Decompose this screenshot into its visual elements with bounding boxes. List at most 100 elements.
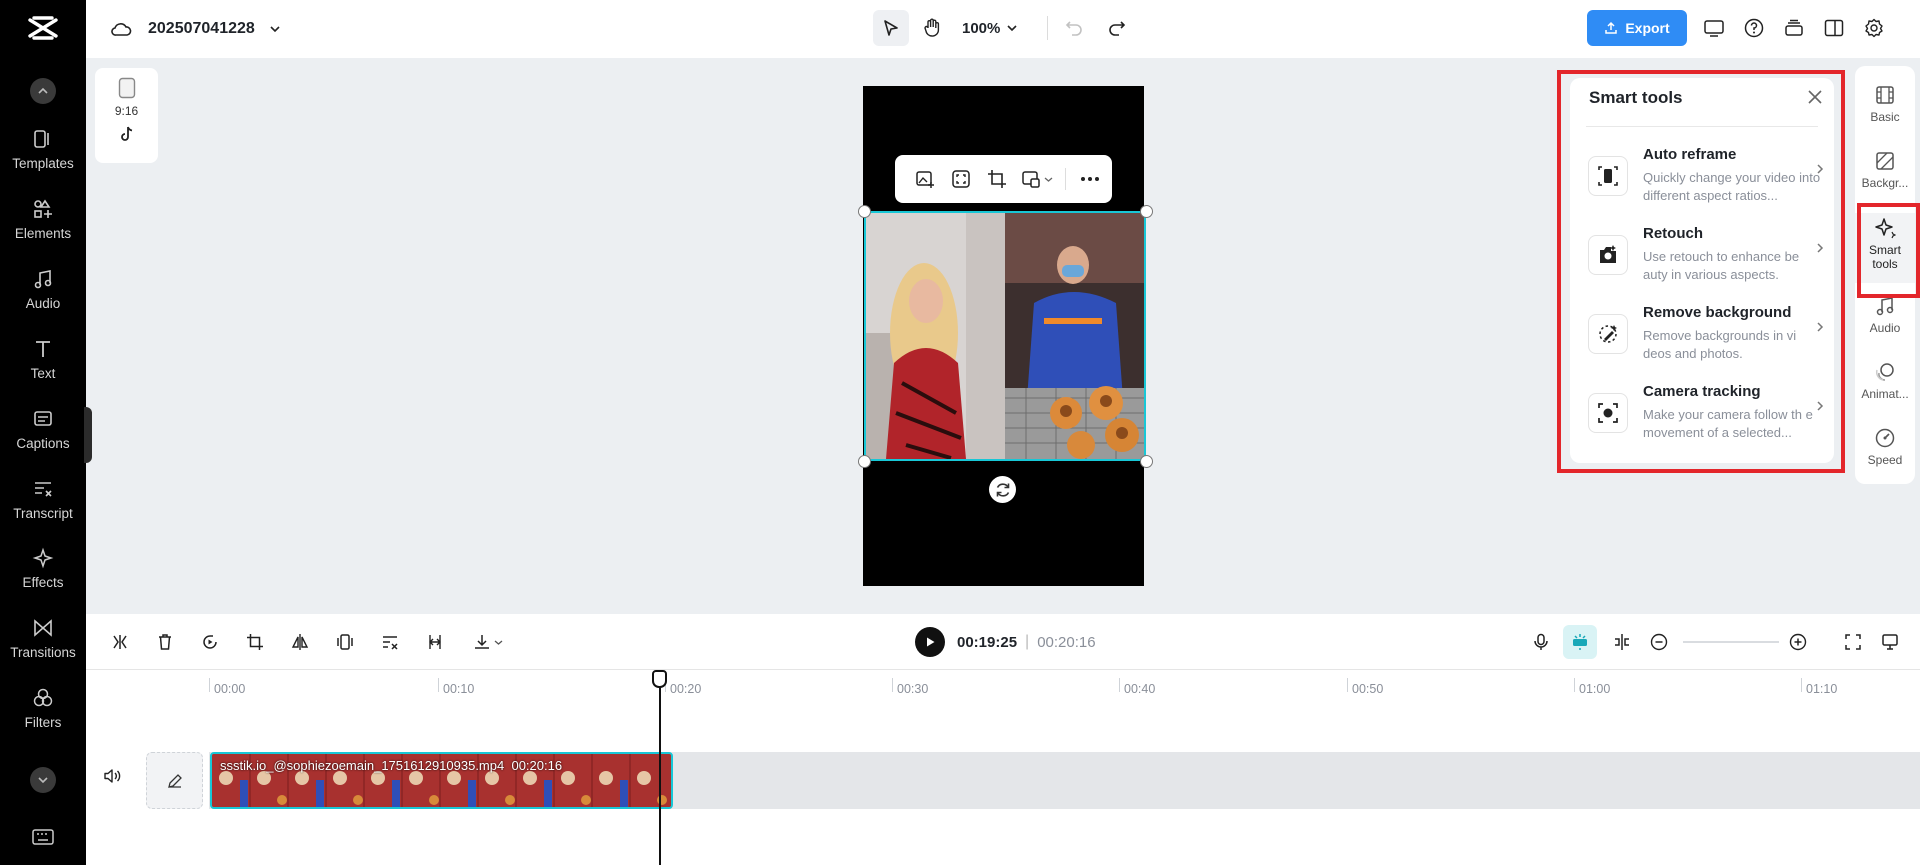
undo-button[interactable] xyxy=(1060,14,1088,42)
rail-item-animation[interactable]: Animat... xyxy=(1855,361,1915,401)
redo-button[interactable] xyxy=(1103,14,1131,42)
filters-icon xyxy=(33,688,53,707)
tool-camera-tracking[interactable]: Camera tracking Make your camera follow … xyxy=(1588,383,1828,453)
playhead-handle[interactable] xyxy=(652,670,667,688)
more-horizontal-icon xyxy=(1081,177,1099,181)
present-mode-button[interactable] xyxy=(1876,628,1904,656)
help-button[interactable] xyxy=(1740,14,1768,42)
zoom-slider[interactable] xyxy=(1683,641,1779,643)
crop-button[interactable] xyxy=(979,161,1015,197)
replay-button[interactable] xyxy=(196,628,224,656)
sidebar-collapse-handle[interactable] xyxy=(84,407,92,463)
trim-button[interactable] xyxy=(421,628,449,656)
replace-media-button[interactable] xyxy=(907,161,943,197)
tool-auto-reframe[interactable]: Auto reframe Quickly change your video i… xyxy=(1588,146,1828,216)
playhead[interactable] xyxy=(659,676,661,865)
timeline-ruler[interactable] xyxy=(86,670,1920,710)
text-icon xyxy=(36,341,50,357)
rail-item-speed[interactable]: Speed xyxy=(1855,427,1915,467)
more-options-button[interactable] xyxy=(1072,161,1108,197)
sidebar-item-effects[interactable]: Effects xyxy=(0,547,86,607)
resize-handle-bottom-left[interactable] xyxy=(858,455,871,468)
speed-curve-button[interactable] xyxy=(376,628,404,656)
ruler-label: 01:00 xyxy=(1579,682,1611,696)
zoom-in-button[interactable] xyxy=(1784,628,1812,656)
fit-timeline-button[interactable] xyxy=(1839,628,1867,656)
download-dropdown-button[interactable] xyxy=(466,628,510,656)
keyboard-icon[interactable] xyxy=(32,829,54,845)
present-button[interactable] xyxy=(1700,14,1728,42)
split-button[interactable] xyxy=(106,628,134,656)
resize-handle-top-left[interactable] xyxy=(858,205,871,218)
aspect-ratio-card[interactable]: 9:16 xyxy=(95,68,158,163)
reframe-button[interactable] xyxy=(331,628,359,656)
rail-item-smart-tools[interactable]: Smart tools xyxy=(1855,213,1915,283)
layout-toggle-button[interactable] xyxy=(1820,14,1848,42)
layers-button[interactable] xyxy=(1780,14,1808,42)
tool-description: Use retouch to enhance be auty in variou… xyxy=(1643,249,1800,282)
speaker-icon xyxy=(104,769,121,783)
export-button[interactable]: Export xyxy=(1587,10,1687,46)
crop-icon xyxy=(247,634,263,650)
settings-button[interactable] xyxy=(1860,14,1888,42)
phone-frame-icon xyxy=(118,77,135,99)
track-mute-button[interactable] xyxy=(100,764,124,788)
project-name-dropdown[interactable]: 202507041228 xyxy=(148,16,281,42)
rail-item-background[interactable]: Backgr... xyxy=(1855,150,1915,190)
capcut-logo-icon[interactable] xyxy=(26,14,60,42)
rail-item-basic[interactable]: Basic xyxy=(1855,84,1915,124)
zoom-dropdown[interactable]: 100% xyxy=(962,14,1018,42)
scroll-up-button[interactable] xyxy=(30,78,56,104)
sidebar-item-label: Transcript xyxy=(13,506,73,521)
mirror-button[interactable] xyxy=(286,628,314,656)
tool-name: Camera tracking xyxy=(1643,383,1761,400)
split-screen-button[interactable] xyxy=(1608,628,1636,656)
rotate-button[interactable] xyxy=(989,476,1016,503)
sidebar-item-filters[interactable]: Filters xyxy=(0,687,86,747)
fit-frame-button[interactable] xyxy=(943,161,979,197)
hand-tool-button[interactable] xyxy=(914,10,950,46)
sidebar-item-transcript[interactable]: Transcript xyxy=(0,478,86,538)
aspect-ratio-label: 9:16 xyxy=(114,104,139,118)
play-button[interactable] xyxy=(915,627,945,657)
templates-icon xyxy=(34,130,49,148)
camera-tracking-icon xyxy=(1588,393,1628,433)
tiktok-icon xyxy=(120,126,132,141)
record-voice-button[interactable] xyxy=(1527,628,1555,656)
edit-cover-button[interactable] xyxy=(146,752,203,809)
hand-icon xyxy=(924,18,940,37)
scroll-down-button[interactable] xyxy=(30,767,56,793)
sidebar-item-audio[interactable]: Audio xyxy=(0,268,86,328)
sidebar-item-text[interactable]: Text xyxy=(0,338,86,398)
time-separator: | xyxy=(1025,633,1030,650)
sidebar-item-templates[interactable]: Templates xyxy=(0,128,86,188)
tool-retouch[interactable]: Retouch Use retouch to enhance be auty i… xyxy=(1588,225,1828,295)
video-preview-frame[interactable] xyxy=(864,211,1146,461)
auto-snap-toggle[interactable] xyxy=(1563,625,1597,659)
redo-icon xyxy=(1109,21,1126,36)
undo-icon xyxy=(1065,21,1082,36)
delete-button[interactable] xyxy=(151,628,179,656)
crop-button[interactable] xyxy=(241,628,269,656)
zoom-out-button[interactable] xyxy=(1645,628,1673,656)
mask-icon xyxy=(1022,171,1040,188)
resize-handle-bottom-right[interactable] xyxy=(1140,455,1153,468)
timeline-toolbar: 00:19:25 | 00:20:16 xyxy=(86,614,1920,670)
sidebar-item-elements[interactable]: Elements xyxy=(0,198,86,258)
chevron-down-icon xyxy=(38,777,48,784)
microphone-icon xyxy=(1534,633,1548,650)
cloud-save-icon[interactable] xyxy=(108,16,134,42)
tool-remove-background[interactable]: Remove background Remove backgrounds in … xyxy=(1588,304,1828,374)
close-icon[interactable] xyxy=(1806,88,1824,106)
rail-item-audio[interactable]: Audio xyxy=(1855,295,1915,335)
upload-icon xyxy=(1605,21,1618,34)
resize-handle-top-right[interactable] xyxy=(1140,205,1153,218)
mask-dropdown-button[interactable] xyxy=(1015,161,1059,197)
tool-description: Remove backgrounds in vi deos and photos… xyxy=(1643,328,1797,361)
sidebar-item-transitions[interactable]: Transitions xyxy=(0,617,86,677)
video-clip[interactable]: ssstik.io_@sophiezoemain_1751612910935.m… xyxy=(210,752,673,809)
speedometer-icon xyxy=(1875,428,1895,448)
transcript-icon xyxy=(35,482,52,497)
select-tool-button[interactable] xyxy=(873,10,909,46)
sidebar-item-captions[interactable]: Captions xyxy=(0,408,86,468)
